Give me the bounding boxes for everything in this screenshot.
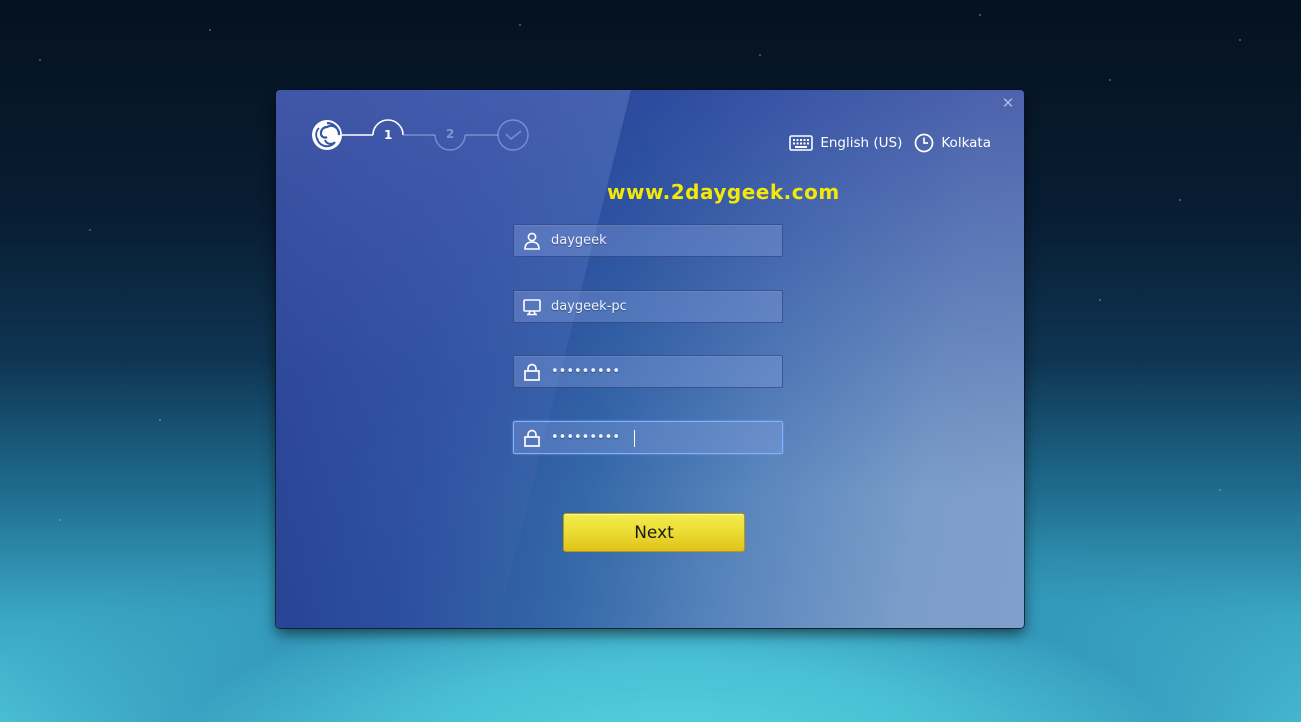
keyboard-layout-label: English (US) [820,135,903,151]
step-1-label: 1 [384,128,393,142]
keyboard-icon [789,135,814,151]
computer-name-field[interactable] [513,290,783,323]
stepper-graphic [312,119,529,151]
computer-name-input[interactable] [550,291,782,322]
check-icon [497,119,529,151]
computer-icon [514,297,550,317]
timezone-button[interactable]: Kolkata [914,133,991,153]
next-button[interactable]: Next [563,513,745,552]
keyboard-layout-button[interactable]: English (US) [789,135,902,151]
deepin-logo-icon [312,120,342,150]
username-input[interactable] [550,225,782,256]
confirm-password-field[interactable] [513,421,783,454]
watermark-text: www.2daygeek.com [607,180,840,204]
user-icon [514,231,550,251]
confirm-password-input[interactable] [550,422,782,453]
lock-icon [514,428,550,448]
password-input[interactable] [550,356,782,387]
installer-dialog: ✕ 1 2 English (US) Kolkata www.2daygeek.… [276,90,1024,628]
step-2-label: 2 [446,127,455,141]
close-icon: ✕ [1001,94,1015,112]
lock-icon [514,362,550,382]
text-cursor [634,430,635,447]
timezone-label: Kolkata [941,135,991,151]
clock-icon [915,133,934,153]
progress-stepper: 1 2 [310,118,540,154]
close-button[interactable]: ✕ [1000,95,1016,111]
password-field[interactable] [513,355,783,388]
username-field[interactable] [513,224,783,257]
header-options: English (US) Kolkata [789,133,991,153]
